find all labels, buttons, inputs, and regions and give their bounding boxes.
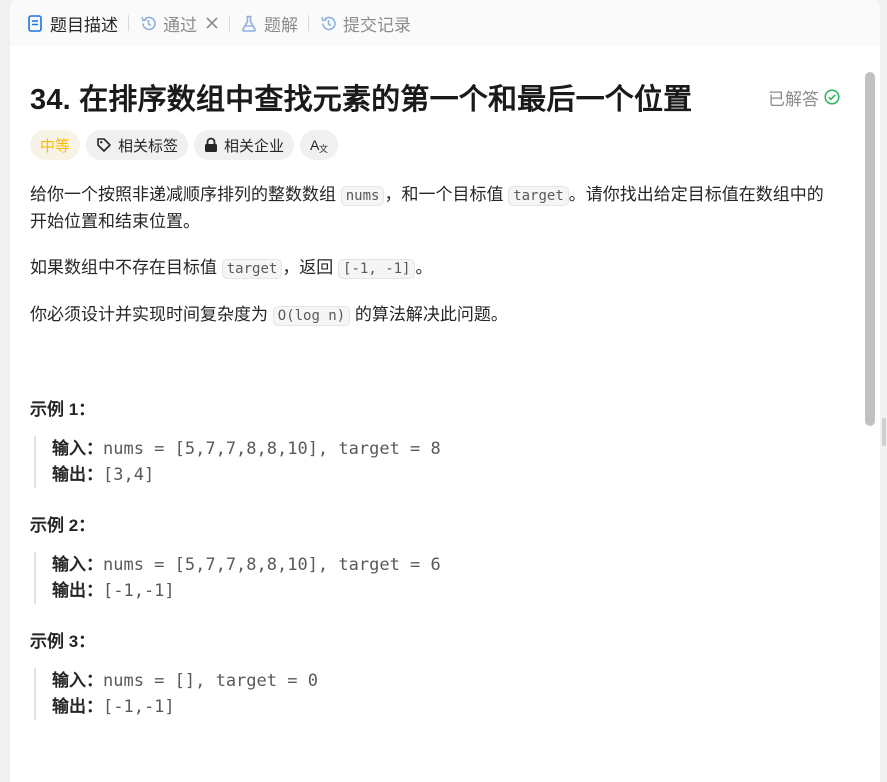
solved-status-label: 已解答 <box>768 89 819 109</box>
description-paragraph: 如果数组中不存在目标值 target ，返回 [-1, -1]。 <box>30 255 840 282</box>
text: ，返回 <box>282 258 339 277</box>
inline-code: target <box>508 186 569 206</box>
title-row: 34. 在排序数组中查找元素的第一个和最后一个位置 已解答 <box>30 76 840 118</box>
output-value: [3,4] <box>103 465 155 485</box>
input-value: nums = [5,7,7,8,8,10], target = 8 <box>103 439 441 459</box>
output-label: 输出： <box>52 465 103 484</box>
tab-solutions-label: 题解 <box>264 15 298 35</box>
inline-code: nums <box>340 186 385 206</box>
flask-icon <box>240 14 258 32</box>
lock-icon <box>205 137 218 152</box>
input-label: 输入： <box>52 555 103 574</box>
close-icon[interactable] <box>205 16 219 30</box>
example-input: 输入：nums = [], target = 0 <box>52 668 734 694</box>
tab-description-label: 题目描述 <box>50 15 118 35</box>
tab-separator <box>308 15 309 31</box>
description-paragraph: 给你一个按照非递减顺序排列的整数数组 nums ，和一个目标值 target 。请你… <box>30 182 840 235</box>
tag-row: 中等 相关标签 相关企业 A文 <box>30 130 339 160</box>
tab-submissions[interactable]: 提交记录 <box>311 8 419 38</box>
input-label: 输入： <box>52 671 103 690</box>
related-tags-label: 相关标签 <box>118 137 179 155</box>
problem-description: 给你一个按照非递减顺序排列的整数数组 nums ，和一个目标值 target 。请你… <box>30 182 840 349</box>
text: 给你一个按照非递减顺序排列的整数数组 <box>30 185 341 204</box>
tab-accepted[interactable]: 通过 <box>131 8 227 38</box>
example-output: 输出：[3,4] <box>52 462 734 488</box>
example-block: 输入：nums = [5,7,7,8,8,10], target = 8 输出：… <box>34 436 734 488</box>
example-output: 输出：[-1,-1] <box>52 578 734 604</box>
input-value: nums = [5,7,7,8,8,10], target = 6 <box>103 555 441 575</box>
tab-description[interactable]: 题目描述 <box>18 8 126 38</box>
output-value: [-1,-1] <box>103 697 175 717</box>
inline-code: target <box>221 259 283 279</box>
description-paragraph: 你必须设计并实现时间复杂度为 O(log n) 的算法解决此问题。 <box>30 302 840 329</box>
document-icon <box>26 14 44 32</box>
related-companies-label: 相关企业 <box>224 137 285 155</box>
problem-panel: 题目描述 通过 题解 提交记录 34. 在排序数组中查找元素的第一个和最后一个位… <box>10 0 880 782</box>
tab-separator <box>128 15 129 31</box>
tab-submissions-label: 提交记录 <box>343 15 411 35</box>
tab-bar: 题目描述 通过 题解 提交记录 <box>10 0 880 46</box>
vertical-scrollbar[interactable] <box>865 72 875 426</box>
output-label: 输出： <box>52 697 103 716</box>
input-label: 输入： <box>52 439 103 458</box>
difficulty-badge: 中等 <box>30 130 81 160</box>
history-icon <box>139 14 157 32</box>
example-output: 输出：[-1,-1] <box>52 694 734 720</box>
text: 。 <box>415 258 433 277</box>
example-title: 示例 2： <box>30 516 96 535</box>
text: ，和一个目标值 <box>384 185 509 204</box>
example-title: 示例 1： <box>30 400 96 419</box>
history-icon <box>319 14 337 32</box>
example-block: 输入：nums = [], target = 0 输出：[-1,-1] <box>34 668 734 720</box>
related-tags-button[interactable]: 相关标签 <box>86 130 189 160</box>
tab-accepted-label: 通过 <box>163 15 197 35</box>
example-input: 输入：nums = [5,7,7,8,8,10], target = 6 <box>52 552 734 578</box>
example-block: 输入：nums = [5,7,7,8,8,10], target = 6 输出：… <box>34 552 734 604</box>
related-companies-button[interactable]: 相关企业 <box>194 130 295 160</box>
inline-code: [-1, -1] <box>338 259 416 279</box>
translate-button[interactable]: A文 <box>300 130 339 160</box>
example-title: 示例 3： <box>30 632 96 651</box>
panel-resize-handle[interactable] <box>882 418 886 446</box>
tab-separator <box>229 15 230 31</box>
text: 的算法解决此问题。 <box>350 305 508 324</box>
output-label: 输出： <box>52 581 103 600</box>
translate-icon: A文 <box>310 137 328 153</box>
inline-code: O(log n) <box>272 306 351 326</box>
svg-text:文: 文 <box>319 143 328 153</box>
text: 如果数组中不存在目标值 <box>30 258 222 277</box>
example-input: 输入：nums = [5,7,7,8,8,10], target = 8 <box>52 436 734 462</box>
tag-icon <box>97 138 111 152</box>
check-circle-icon <box>824 89 840 105</box>
output-value: [-1,-1] <box>103 581 175 601</box>
problem-content: 34. 在排序数组中查找元素的第一个和最后一个位置 已解答 中等 相关标签 相关… <box>30 46 840 782</box>
input-value: nums = [], target = 0 <box>103 671 318 691</box>
problem-title: 34. 在排序数组中查找元素的第一个和最后一个位置 <box>30 84 693 116</box>
tab-solutions[interactable]: 题解 <box>232 8 306 38</box>
solved-status: 已解答 <box>768 85 840 110</box>
text: 你必须设计并实现时间复杂度为 <box>30 305 273 324</box>
